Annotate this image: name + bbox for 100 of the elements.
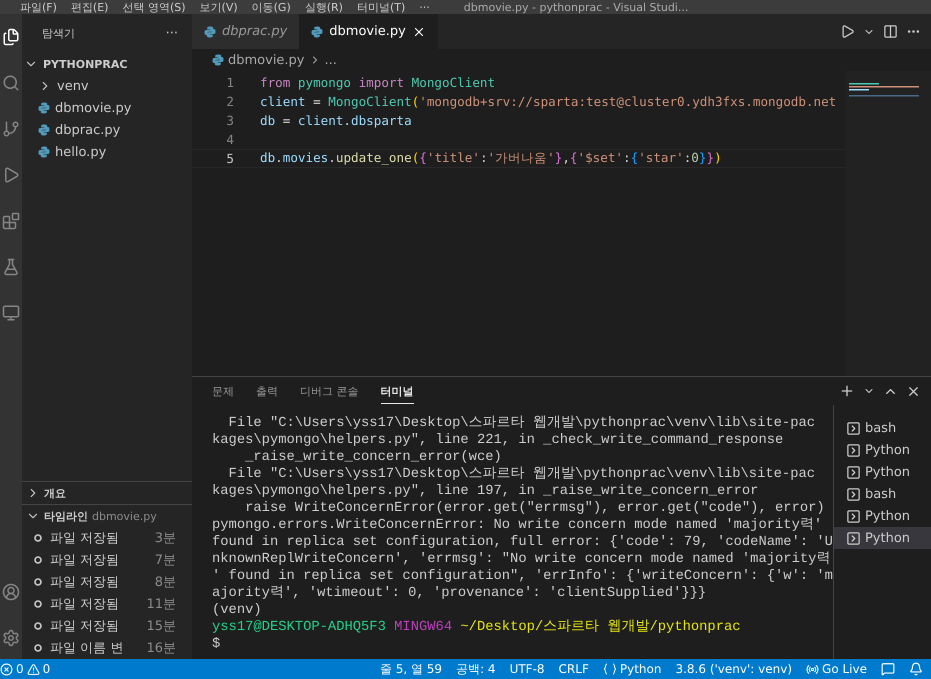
menu-item[interactable]: 보기(V) bbox=[200, 0, 238, 14]
section-title[interactable]: 개요 bbox=[44, 486, 66, 500]
panel-tab[interactable]: 출력 bbox=[256, 378, 278, 404]
terminal-icon bbox=[846, 442, 861, 458]
add-icon[interactable] bbox=[839, 383, 855, 399]
terminal-session[interactable]: Python bbox=[834, 505, 931, 527]
python-file-icon bbox=[38, 146, 50, 158]
terminal-session[interactable]: Python bbox=[834, 439, 931, 461]
files-icon[interactable] bbox=[2, 28, 20, 46]
menu-item[interactable]: 편집(E) bbox=[70, 0, 108, 14]
python-file-icon bbox=[204, 26, 216, 38]
panel-tab[interactable]: 터미널 bbox=[380, 378, 414, 404]
account-icon[interactable] bbox=[2, 583, 20, 601]
status-item[interactable]: CRLF bbox=[558, 662, 589, 676]
settings-icon[interactable] bbox=[2, 629, 20, 647]
file-tree-item[interactable]: venv bbox=[57, 78, 89, 94]
window-title: dbmovie.py - pythonprac - Visual Studi... bbox=[464, 0, 688, 14]
menu-item[interactable]: ··· bbox=[419, 0, 430, 14]
circle-icon bbox=[34, 600, 42, 608]
terminal-line: $ bbox=[212, 636, 222, 653]
editor-tab[interactable]: dbmovie.py bbox=[299, 14, 438, 49]
monitor-icon[interactable] bbox=[2, 304, 20, 322]
python-file-icon bbox=[38, 124, 50, 136]
python-file-icon bbox=[38, 102, 50, 114]
timeline-item[interactable]: 파일 이름 변 bbox=[50, 639, 124, 657]
terminal-line: File "C:\Users\yss17\Desktop\스파르타 웹개발\pythonprac\venv\lib\site-pac bbox=[228, 466, 816, 483]
terminal-session[interactable]: Python bbox=[834, 461, 931, 483]
error-icon bbox=[0, 662, 13, 676]
terminal-icon bbox=[846, 486, 861, 502]
terminal-line: ' found in replica set configuration", 'errInfo': {'writeConcern': {'w': 'm bbox=[212, 568, 833, 585]
code-line: 2 client = MongoClient('mongodb+srv://sparta:test@cluster0.ydh3fxs.mongodb.net bbox=[225, 93, 838, 111]
flask-icon[interactable] bbox=[2, 258, 20, 276]
terminal-line: found in replica set configuration, full error: {'code': 79, 'codeName': 'U bbox=[212, 534, 833, 551]
panel-tab[interactable]: 디버그 콘솔 bbox=[300, 378, 358, 404]
file-tree-item[interactable]: dbmovie.py bbox=[55, 100, 132, 116]
code-line: 4 bbox=[225, 131, 235, 149]
menu-item[interactable]: 파일(F) bbox=[20, 0, 57, 14]
feedback-icon[interactable] bbox=[881, 662, 895, 676]
terminal-line: kages\pymongo\helpers.py", line 221, in _check_write_command_response bbox=[212, 432, 784, 449]
braces-icon bbox=[602, 663, 617, 675]
terminal-icon bbox=[846, 464, 861, 480]
timeline-time: 8분 bbox=[154, 574, 176, 591]
timeline-item[interactable]: 파일 저장됨 bbox=[50, 595, 120, 613]
menu-item[interactable]: 터미널(T) bbox=[356, 0, 406, 14]
status-item[interactable]: 줄 5, 열 59 bbox=[380, 660, 442, 678]
terminal-line: pymongo.errors.WriteConcernError: No write concern mode named 'majority력' bbox=[212, 517, 824, 534]
circle-icon bbox=[34, 556, 42, 564]
menu-item[interactable]: 이동(G) bbox=[252, 0, 291, 14]
language-status[interactable]: Python bbox=[602, 662, 662, 676]
terminal-session[interactable]: Python bbox=[834, 527, 931, 549]
terminal-line: _raise_write_concern_error(wce) bbox=[244, 449, 503, 466]
timeline-file: dbmovie.py bbox=[92, 510, 157, 522]
breadcrumb-item[interactable]: ... bbox=[324, 52, 337, 68]
run-icon[interactable] bbox=[840, 24, 855, 39]
code-line: 1 from pymongo import MongoClient bbox=[225, 74, 496, 92]
timeline-item[interactable]: 파일 저장됨 bbox=[50, 551, 120, 569]
section-title[interactable]: 타임라인 bbox=[44, 508, 88, 524]
split-editor-icon[interactable] bbox=[883, 24, 898, 39]
status-item[interactable]: UTF-8 bbox=[510, 662, 545, 676]
timeline-time: 7분 bbox=[154, 552, 176, 569]
code-line: 3 db = client.dbsparta bbox=[225, 112, 413, 130]
terminal-session[interactable]: bash bbox=[834, 483, 931, 505]
terminal-prompt: yss17@DESKTOP-ADHQ5F3 MINGW64 ~/Desktop/스파르타 웹개발/pythonprac bbox=[212, 619, 742, 636]
search-icon[interactable] bbox=[2, 74, 20, 92]
terminal-line: File "C:\Users\yss17\Desktop\스파르타 웹개발\pythonprac\venv\lib\site-pac bbox=[228, 415, 816, 432]
terminal-line: kages\pymongo\helpers.py", line 197, in _raise_write_concern_error bbox=[212, 483, 760, 500]
broadcast-icon bbox=[806, 662, 820, 676]
editor-tab[interactable]: dbprac.py bbox=[192, 14, 300, 49]
panel-tab[interactable]: 문제 bbox=[212, 378, 234, 404]
blocks-icon[interactable] bbox=[2, 212, 20, 230]
file-tree-item[interactable]: hello.py bbox=[55, 144, 106, 160]
terminal-icon bbox=[846, 420, 861, 436]
more-actions[interactable]: ··· bbox=[166, 26, 178, 41]
bell-icon[interactable] bbox=[909, 662, 923, 676]
interpreter-status[interactable]: 3.8.6 ('venv': venv) bbox=[675, 662, 792, 676]
play-icon[interactable] bbox=[2, 166, 20, 184]
terminal-line: ajority력', 'wtimeout': 0, 'provenance': 'clientSupplied'}}} bbox=[212, 585, 708, 602]
go-live-button[interactable]: Go Live bbox=[806, 662, 867, 676]
timeline-time: 3분 bbox=[154, 530, 176, 547]
folder-title[interactable]: PYTHONPRAC bbox=[43, 58, 128, 70]
python-file-icon bbox=[311, 26, 324, 38]
menu-item[interactable]: 실행(R) bbox=[304, 0, 343, 14]
timeline-item[interactable]: 파일 저장됨 bbox=[50, 573, 120, 591]
code-line: 5 db.movies.update_one({'title':'가버나움'},{'$set':{'star':0}}) bbox=[192, 149, 845, 168]
breadcrumb-item[interactable]: dbmovie.py bbox=[228, 52, 305, 68]
file-tree-item[interactable]: dbprac.py bbox=[55, 122, 120, 138]
circle-icon bbox=[34, 622, 42, 630]
status-item[interactable]: 공백: 4 bbox=[456, 660, 496, 678]
python-file-icon bbox=[212, 54, 224, 66]
warning-icon bbox=[26, 662, 40, 676]
problems-status[interactable]: 0 0 bbox=[0, 662, 50, 676]
timeline-time: 11분 bbox=[146, 596, 176, 613]
terminal-session[interactable]: bash bbox=[834, 417, 931, 439]
timeline-item[interactable]: 파일 저장됨 bbox=[50, 617, 120, 635]
timeline-item[interactable]: 파일 저장됨 bbox=[50, 529, 120, 547]
sidebar-title: 탐색기 bbox=[42, 26, 75, 41]
branch-icon[interactable] bbox=[2, 120, 20, 138]
circle-icon bbox=[34, 644, 42, 652]
circle-icon bbox=[34, 534, 42, 542]
menu-item[interactable]: 선택 영역(S) bbox=[122, 0, 186, 14]
